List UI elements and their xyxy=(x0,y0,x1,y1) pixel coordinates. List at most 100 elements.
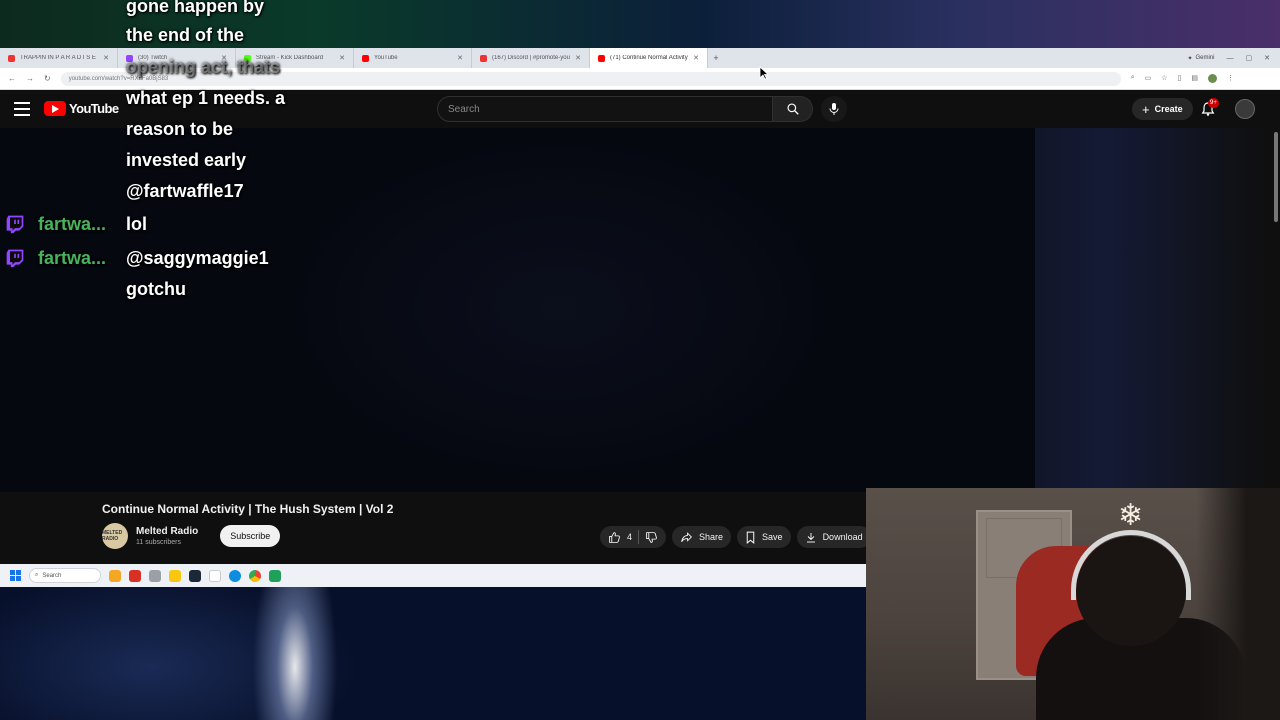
webcam-overlay: ❄ xyxy=(866,488,1280,720)
chat-message-line: invested early xyxy=(126,150,247,170)
notification-badge: 9+ xyxy=(1208,98,1219,108)
taskbar-app-icon[interactable] xyxy=(129,569,141,582)
channel-row: MELTED RADIO Melted Radio 11 subscribers… xyxy=(102,523,281,549)
profile-avatar[interactable] xyxy=(1208,74,1218,83)
tab-label: (167) Discord | #promote-your... xyxy=(492,55,571,61)
like-dislike-group: 4 xyxy=(600,526,667,548)
video-title: Continue Normal Activity | The Hush Syst… xyxy=(102,502,394,516)
tabbar-controls: ✦ Gemini — ▢ ✕ xyxy=(1187,54,1280,63)
subscribe-button[interactable]: Subscribe xyxy=(220,525,281,547)
chat-message-line: @saggymaggie1 xyxy=(126,248,269,268)
gemini-button[interactable]: ✦ Gemini xyxy=(1187,55,1214,62)
like-button[interactable]: 4 xyxy=(608,531,632,544)
like-count: 4 xyxy=(627,532,633,542)
desktop-wallpaper-bottom xyxy=(0,587,866,720)
sidebar-icon[interactable]: ▯ xyxy=(1178,74,1182,83)
channel-avatar-text: MELTED RADIO xyxy=(102,530,123,542)
close-icon[interactable]: ✕ xyxy=(575,54,581,62)
plus-icon: + xyxy=(1142,101,1150,117)
create-button[interactable]: + Create xyxy=(1132,98,1193,120)
channel-info: Melted Radio 11 subscribers xyxy=(136,526,198,546)
steam-icon[interactable] xyxy=(189,569,201,582)
search-button[interactable] xyxy=(773,96,813,122)
youtube-favicon-icon xyxy=(598,54,605,62)
share-button[interactable]: Share xyxy=(672,526,732,548)
tab-label: YouTube xyxy=(374,55,398,61)
new-tab-button[interactable]: + xyxy=(708,53,724,63)
chat-message-line: the end of the xyxy=(126,25,244,45)
menu-dots-icon[interactable]: ⋮ xyxy=(1227,74,1234,83)
chat-message-line: gone happen by xyxy=(126,0,265,16)
taskbar-search-label: Search xyxy=(42,572,62,579)
bookmark-star-icon[interactable]: ☆ xyxy=(1161,74,1167,83)
zoom-icon[interactable]: ⌕ xyxy=(1131,74,1135,83)
taskbar-app-icon[interactable] xyxy=(149,569,161,582)
close-icon[interactable]: ✕ xyxy=(457,54,463,62)
channel-avatar[interactable]: MELTED RADIO xyxy=(102,523,128,549)
channel-name[interactable]: Melted Radio xyxy=(136,526,198,537)
sparkle-icon: ✦ xyxy=(1187,55,1193,62)
twitch-icon xyxy=(6,215,24,234)
save-label: Save xyxy=(762,532,783,542)
tab-label: (71) Continue Normal Activity xyxy=(610,55,688,61)
chat-username: fartwa... xyxy=(38,248,107,268)
close-icon[interactable]: ✕ xyxy=(693,54,699,62)
scrollbar-thumb[interactable] xyxy=(1274,132,1278,222)
file-explorer-icon[interactable] xyxy=(169,569,181,582)
voice-search-button[interactable] xyxy=(821,96,847,122)
gemini-label: Gemini xyxy=(1195,55,1215,61)
thumbs-down-icon[interactable] xyxy=(645,531,658,544)
download-button[interactable]: Download xyxy=(796,526,871,548)
like-divider xyxy=(638,530,640,544)
chat-message-line: @fartwaffle17 xyxy=(126,181,244,201)
maximize-icon[interactable]: ▢ xyxy=(1246,54,1253,62)
browser-tab[interactable]: (167) Discord | #promote-your... ✕ xyxy=(472,48,590,68)
chat-username: fartwa... xyxy=(38,214,107,234)
share-label: Share xyxy=(699,532,724,542)
chat-message-line: lol xyxy=(126,214,147,234)
cast-icon[interactable]: ▭ xyxy=(1145,74,1152,83)
window-close-icon[interactable]: ✕ xyxy=(1264,54,1270,62)
close-icon[interactable]: ✕ xyxy=(339,54,345,62)
chat-message-line: reason to be xyxy=(126,119,234,139)
chrome-browser-icon[interactable] xyxy=(249,569,261,582)
subscriber-count: 11 subscribers xyxy=(136,539,182,546)
chat-message-line: what ep 1 needs. a xyxy=(126,88,286,108)
edge-browser-icon[interactable] xyxy=(229,569,241,582)
snowflake-icon: ❄ xyxy=(1118,499,1144,532)
minimize-icon[interactable]: — xyxy=(1227,55,1234,62)
twitch-chat-overlay: gone happen by the end of the opening ac… xyxy=(0,0,330,310)
player-ambient-edge xyxy=(1035,128,1270,492)
account-avatar[interactable] xyxy=(1235,99,1255,119)
download-label: Download xyxy=(822,532,863,542)
taskbar-search[interactable]: ⌕ Search xyxy=(29,568,101,583)
create-label: Create xyxy=(1154,104,1183,114)
search-input[interactable] xyxy=(437,96,773,122)
headset-icon xyxy=(1071,530,1191,600)
extensions-icon[interactable]: ▤ xyxy=(1191,74,1198,83)
search-bar xyxy=(437,96,847,122)
taskbar-app-icon[interactable] xyxy=(109,569,121,582)
share-arrow-icon xyxy=(681,531,693,542)
webcam-shadow xyxy=(1196,488,1280,720)
download-icon xyxy=(806,532,815,542)
save-button[interactable]: Save xyxy=(737,526,791,548)
thumbs-up-icon xyxy=(609,531,620,543)
document-icon[interactable] xyxy=(209,569,221,582)
windows-taskbar: ⌕ Search xyxy=(0,564,866,587)
windows-start-icon[interactable] xyxy=(10,570,21,581)
address-bar-actions: ⌕ ▭ ☆ ▯ ▤ ⋮ xyxy=(1131,74,1234,83)
taskbar-app-icon[interactable] xyxy=(269,569,281,582)
search-icon: ⌕ xyxy=(35,572,39,578)
mouse-cursor-icon xyxy=(759,66,769,80)
youtube-favicon-icon xyxy=(362,54,369,62)
discord-favicon-icon xyxy=(480,54,487,62)
browser-tab-active[interactable]: (71) Continue Normal Activity ✕ xyxy=(590,48,708,68)
search-icon xyxy=(786,103,799,115)
chat-message-line: gotchu xyxy=(126,279,186,299)
twitch-icon xyxy=(6,249,24,268)
video-actions: 4 Share Save Download xyxy=(600,526,871,548)
microphone-icon xyxy=(829,103,839,115)
chat-message-line: opening act, thats xyxy=(126,57,281,77)
browser-tab[interactable]: YouTube ✕ xyxy=(354,48,472,68)
